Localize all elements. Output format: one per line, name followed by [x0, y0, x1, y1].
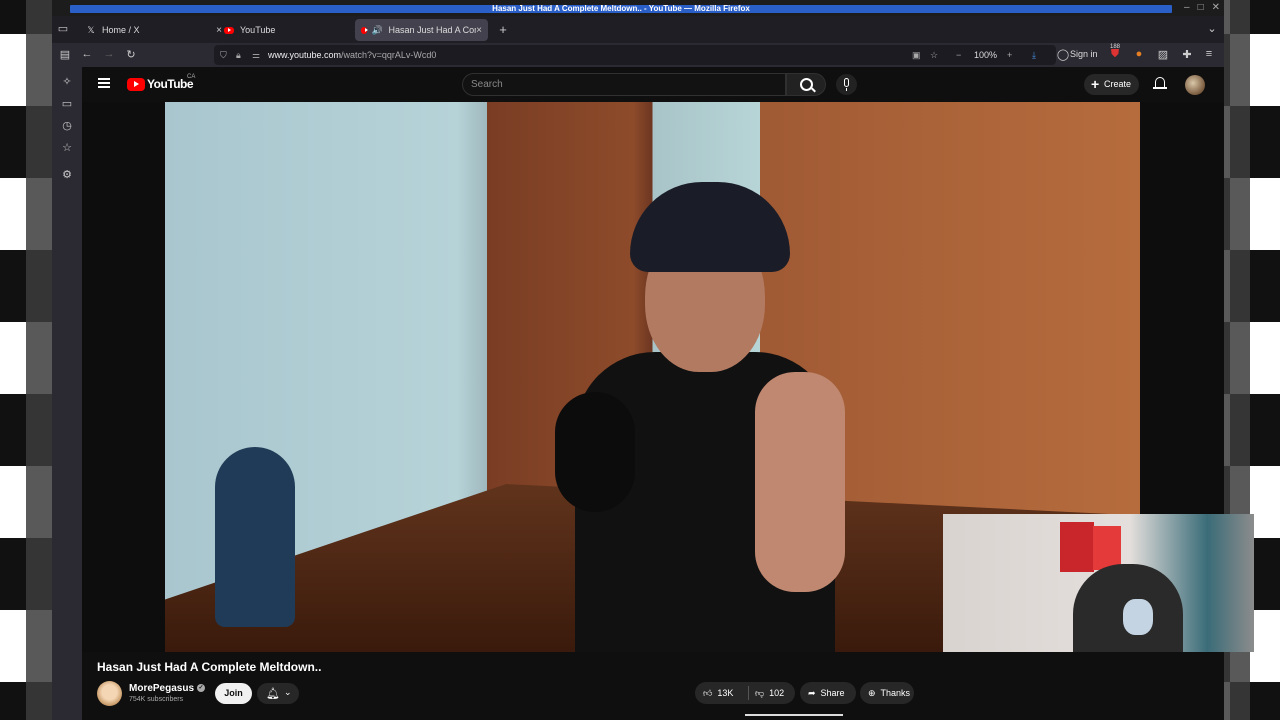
- dislike-count: 102: [769, 688, 785, 698]
- like-dislike-group: 👍︎ 13K 👎︎ 102: [695, 682, 795, 704]
- tab-label: Hasan Just Had A Complete Meltdown..: [388, 25, 477, 35]
- list-all-tabs-icon[interactable]: ⌄: [1205, 22, 1219, 35]
- country-code: CA: [187, 74, 196, 80]
- audio-playing-icon[interactable]: 🔊: [372, 25, 383, 35]
- synced-tabs-icon[interactable]: ▭: [60, 97, 74, 110]
- customize-sidebar-icon[interactable]: ⚙: [60, 168, 74, 181]
- video-scene-person: [535, 182, 865, 652]
- create-button[interactable]: + Create: [1084, 74, 1139, 95]
- user-avatar[interactable]: [1185, 75, 1205, 95]
- address-bar[interactable]: ⛉ 🔒︎ ⚌ www.youtube.com/watch?v=qqrALv-Wc…: [214, 45, 1056, 65]
- plus-icon: +: [1091, 76, 1100, 92]
- share-label: Share: [820, 688, 845, 698]
- notifications-bell-icon[interactable]: [1153, 77, 1167, 89]
- thumbs-down-icon: 👎︎: [755, 688, 765, 698]
- share-icon: ➦: [808, 688, 816, 698]
- search-button[interactable]: [786, 73, 826, 96]
- video-scene-mat: [215, 447, 295, 627]
- channel-avatar[interactable]: [97, 681, 122, 706]
- zoom-level[interactable]: 100%: [974, 45, 997, 65]
- account-icon[interactable]: ◯: [1056, 48, 1070, 61]
- tab-home-x[interactable]: 𝕏 Home / X ×: [80, 19, 228, 41]
- tab-label: Home / X: [102, 25, 140, 35]
- subscribed-notifications-button[interactable]: 🔔︎ ⌄: [257, 683, 299, 704]
- maximize-icon[interactable]: □: [1198, 2, 1204, 13]
- microphone-icon: [844, 78, 849, 87]
- video-title: Hasan Just Had A Complete Meltdown..: [97, 660, 322, 674]
- create-label: Create: [1104, 79, 1132, 89]
- tab-list-icon[interactable]: ▭: [56, 22, 70, 35]
- close-window-icon[interactable]: ✕: [1212, 2, 1220, 13]
- tracking-shield-icon[interactable]: ⛉: [220, 45, 227, 65]
- bookmarks-icon[interactable]: ☆: [60, 141, 74, 154]
- zoom-in-icon[interactable]: +: [1007, 45, 1012, 65]
- history-icon[interactable]: ◷: [60, 119, 74, 132]
- app-menu-icon[interactable]: ≡: [1202, 48, 1216, 60]
- forward-icon[interactable]: →: [102, 48, 116, 60]
- channel-name-row[interactable]: MorePegasus ✓: [129, 683, 206, 694]
- tab-video-active[interactable]: 🔊 Hasan Just Had A Complete Meltdown.. ×: [355, 19, 488, 41]
- bookmark-star-icon[interactable]: ☆: [930, 45, 938, 65]
- reader-view-icon[interactable]: ▣: [912, 45, 921, 65]
- search-input[interactable]: Search: [462, 73, 786, 96]
- sign-in-link[interactable]: Sign in: [1070, 49, 1098, 59]
- tab-close-icon[interactable]: ×: [476, 25, 482, 36]
- permissions-icon[interactable]: ⚌: [252, 45, 260, 65]
- channel-name[interactable]: MorePegasus: [129, 683, 194, 694]
- lock-icon[interactable]: 🔒︎: [236, 45, 241, 65]
- tab-youtube[interactable]: YouTube ×: [218, 19, 366, 41]
- tab-label: YouTube: [240, 25, 276, 35]
- extension-badge: 188: [1110, 44, 1121, 50]
- reload-icon[interactable]: ↻: [124, 48, 138, 61]
- join-button[interactable]: Join: [215, 683, 252, 704]
- chevron-down-icon: ⌄: [284, 687, 292, 697]
- video-metadata: Hasan Just Had A Complete Meltdown.. Mor…: [82, 652, 1224, 720]
- voice-search-button[interactable]: [836, 74, 857, 95]
- tab-strip: ▭ 𝕏 Home / X × YouTube × 🔊 Hasan Just Ha…: [52, 16, 1224, 43]
- new-tab-icon[interactable]: +: [496, 22, 510, 37]
- youtube-header: YouTube CA Search + Create: [82, 67, 1224, 102]
- youtube-favicon-icon: [361, 26, 368, 34]
- subscriber-count: 754K subscribers: [129, 696, 184, 703]
- minimize-icon[interactable]: –: [1184, 2, 1190, 13]
- bell-icon: 🔔︎: [266, 688, 280, 700]
- title-bar: Hasan Just Had A Complete Meltdown.. - Y…: [52, 0, 1224, 16]
- extension-brave-icon[interactable]: ●: [1132, 48, 1146, 60]
- youtube-logo[interactable]: YouTube CA: [127, 74, 196, 91]
- hamburger-menu-icon[interactable]: [98, 78, 110, 88]
- search-icon: [800, 78, 813, 91]
- ai-chatbot-icon[interactable]: ✧: [60, 75, 74, 88]
- download-icon[interactable]: ⤓: [1032, 45, 1036, 65]
- share-button[interactable]: ➦ Share: [800, 682, 856, 704]
- window-controls: – □ ✕: [1184, 2, 1220, 13]
- dislike-button[interactable]: 👎︎ 102: [755, 682, 784, 704]
- like-ratio-bar: [745, 714, 843, 716]
- url-text: www.youtube.com/watch?v=qqrALv-Wcd0: [268, 50, 437, 60]
- extensions-puzzle-icon[interactable]: ✚: [1180, 48, 1194, 61]
- verified-check-icon: ✓: [197, 684, 206, 693]
- checkerboard-background-left: [0, 0, 52, 720]
- thumbs-up-icon: 👍︎: [703, 688, 713, 698]
- zoom-out-icon[interactable]: −: [956, 45, 961, 65]
- youtube-favicon-icon: [224, 26, 234, 34]
- browser-sidebar: ✧ ▭ ◷ ☆ ⚙: [52, 67, 82, 720]
- webcam-overlay: [943, 514, 1254, 652]
- browser-window: Hasan Just Had A Complete Meltdown.. - Y…: [52, 0, 1254, 720]
- window-title: Hasan Just Had A Complete Meltdown.. - Y…: [70, 5, 1172, 13]
- thanks-icon: ⊕: [868, 688, 876, 698]
- youtube-play-icon: [127, 77, 145, 91]
- video-player[interactable]: [82, 102, 1254, 652]
- like-count: 13K: [717, 688, 734, 698]
- back-icon[interactable]: ←: [80, 48, 94, 60]
- thanks-button[interactable]: ⊕ Thanks: [860, 682, 914, 704]
- x-logo-icon: 𝕏: [87, 24, 95, 35]
- navigation-toolbar: ▤ ← → ↻ ⛉ 🔒︎ ⚌ www.youtube.com/watch?v=q…: [52, 43, 1224, 67]
- like-button[interactable]: 👍︎ 13K: [703, 682, 733, 704]
- sidebar-toggle-icon[interactable]: ▤: [58, 48, 72, 61]
- thanks-label: Thanks: [880, 688, 911, 698]
- extension-screenshot-icon[interactable]: ▨: [1156, 48, 1170, 61]
